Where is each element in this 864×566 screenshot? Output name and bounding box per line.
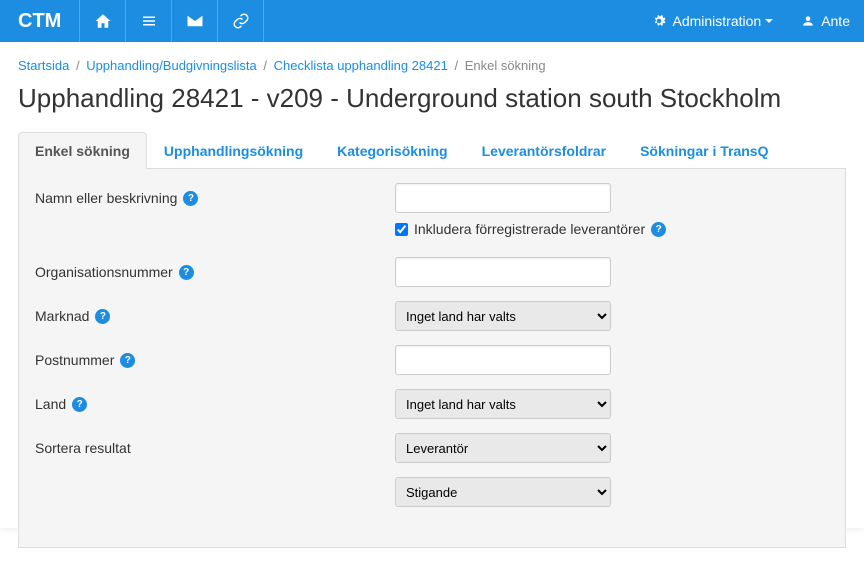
help-icon[interactable]: ? <box>72 397 87 412</box>
user-icon <box>801 14 815 28</box>
country-label: Land <box>35 396 66 412</box>
mail-icon[interactable] <box>172 0 218 42</box>
breadcrumb: Startsida / Upphandling/Budgivningslista… <box>18 58 846 73</box>
help-icon[interactable]: ? <box>651 222 666 237</box>
country-select[interactable]: Inget land har valts <box>395 389 611 419</box>
help-icon[interactable]: ? <box>183 191 198 206</box>
administration-menu[interactable]: Administration <box>638 0 787 42</box>
sort-label: Sortera resultat <box>35 440 131 456</box>
help-icon[interactable]: ? <box>120 353 135 368</box>
chevron-down-icon <box>765 19 773 23</box>
tab-procurement-search[interactable]: Upphandlingsökning <box>147 132 320 169</box>
postal-input[interactable] <box>395 345 611 375</box>
help-icon[interactable]: ? <box>95 309 110 324</box>
include-preregistered-checkbox[interactable] <box>395 223 408 236</box>
top-navbar: CTM Administration Ante <box>0 0 864 42</box>
tab-supplier-folders[interactable]: Leverantörsfoldrar <box>465 132 623 169</box>
sort-by-select[interactable]: Leverantör <box>395 433 611 463</box>
help-icon[interactable]: ? <box>179 265 194 280</box>
org-label: Organisationsnummer <box>35 264 173 280</box>
page-title: Upphandling 28421 - v209 - Underground s… <box>18 83 846 114</box>
brand-logo[interactable]: CTM <box>0 0 80 42</box>
breadcrumb-item[interactable]: Startsida <box>18 58 69 73</box>
name-label: Namn eller beskrivning <box>35 190 177 206</box>
list-icon[interactable] <box>126 0 172 42</box>
user-menu[interactable]: Ante <box>787 0 864 42</box>
search-panel: Namn eller beskrivning ? Inkludera förre… <box>18 169 846 548</box>
market-label: Marknad <box>35 308 89 324</box>
postal-label: Postnummer <box>35 352 114 368</box>
tab-category-search[interactable]: Kategorisökning <box>320 132 464 169</box>
tabs: Enkel sökning Upphandlingsökning Kategor… <box>18 132 846 169</box>
sort-direction-select[interactable]: Stigande <box>395 477 611 507</box>
gear-icon <box>652 14 666 28</box>
user-label: Ante <box>821 13 850 29</box>
breadcrumb-item[interactable]: Checklista upphandling 28421 <box>274 58 448 73</box>
home-icon[interactable] <box>80 0 126 42</box>
tab-simple-search[interactable]: Enkel sökning <box>18 132 147 169</box>
market-select[interactable]: Inget land har valts <box>395 301 611 331</box>
tab-transq-search[interactable]: Sökningar i TransQ <box>623 132 785 169</box>
breadcrumb-current: Enkel sökning <box>465 58 546 73</box>
link-icon[interactable] <box>218 0 264 42</box>
breadcrumb-item[interactable]: Upphandling/Budgivningslista <box>86 58 257 73</box>
name-input[interactable] <box>395 183 611 213</box>
org-input[interactable] <box>395 257 611 287</box>
include-preregistered-label: Inkludera förregistrerade leverantörer <box>414 221 645 237</box>
administration-label: Administration <box>672 13 761 29</box>
